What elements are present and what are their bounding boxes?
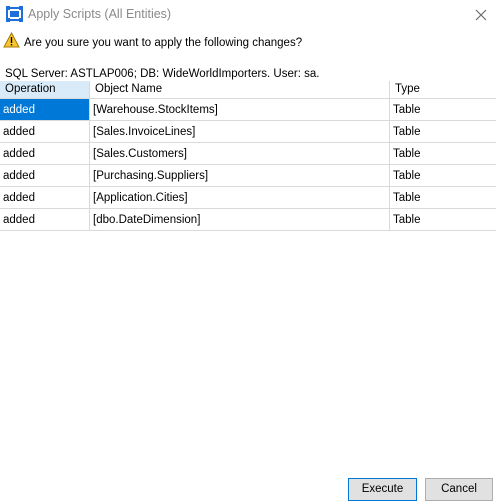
execute-button[interactable]: Execute (348, 478, 417, 501)
table-row[interactable]: added [dbo.DateDimension] Table (0, 209, 496, 231)
cell-type[interactable]: Table (390, 187, 496, 209)
table-row[interactable]: added [Sales.InvoiceLines] Table (0, 121, 496, 143)
cell-operation[interactable]: added (0, 143, 90, 165)
table-row[interactable]: added [Purchasing.Suppliers] Table (0, 165, 496, 187)
cell-type[interactable]: Table (390, 143, 496, 165)
confirmation-message: Are you sure you want to apply the follo… (24, 37, 303, 49)
cell-type[interactable]: Table (390, 121, 496, 143)
table-row[interactable]: added [Warehouse.StockItems] Table (0, 99, 496, 121)
table-row[interactable]: added [Application.Cities] Table (0, 187, 496, 209)
cell-operation[interactable]: added (0, 209, 90, 231)
cell-object-name[interactable]: [Sales.InvoiceLines] (90, 121, 390, 143)
close-icon[interactable] (470, 4, 492, 26)
warning-icon (3, 32, 20, 48)
cell-operation[interactable]: added (0, 99, 90, 121)
cancel-button[interactable]: Cancel (425, 478, 493, 501)
cell-operation[interactable]: added (0, 165, 90, 187)
server-info: SQL Server: ASTLAP006; DB: WideWorldImpo… (5, 68, 320, 80)
column-header-operation[interactable]: Operation (0, 81, 90, 99)
cell-object-name[interactable]: [Application.Cities] (90, 187, 390, 209)
changes-grid: Operation Object Name Type added [Wareho… (0, 81, 496, 232)
table-row[interactable]: added [Sales.Customers] Table (0, 143, 496, 165)
apply-scripts-dialog: Apply Scripts (All Entities) Are you sur… (0, 0, 496, 501)
cell-object-name[interactable]: [Purchasing.Suppliers] (90, 165, 390, 187)
title-bar: Apply Scripts (All Entities) (0, 0, 496, 30)
cell-type[interactable]: Table (390, 209, 496, 231)
cell-object-name[interactable]: [dbo.DateDimension] (90, 209, 390, 231)
cell-operation[interactable]: added (0, 187, 90, 209)
window-title: Apply Scripts (All Entities) (28, 7, 172, 21)
cell-type[interactable]: Table (390, 99, 496, 121)
cell-type[interactable]: Table (390, 165, 496, 187)
cell-operation[interactable]: added (0, 121, 90, 143)
cell-object-name[interactable]: [Sales.Customers] (90, 143, 390, 165)
column-header-object-name[interactable]: Object Name (90, 81, 390, 99)
column-header-type[interactable]: Type (390, 81, 496, 99)
cell-object-name[interactable]: [Warehouse.StockItems] (90, 99, 390, 121)
app-window-icon (6, 6, 23, 22)
